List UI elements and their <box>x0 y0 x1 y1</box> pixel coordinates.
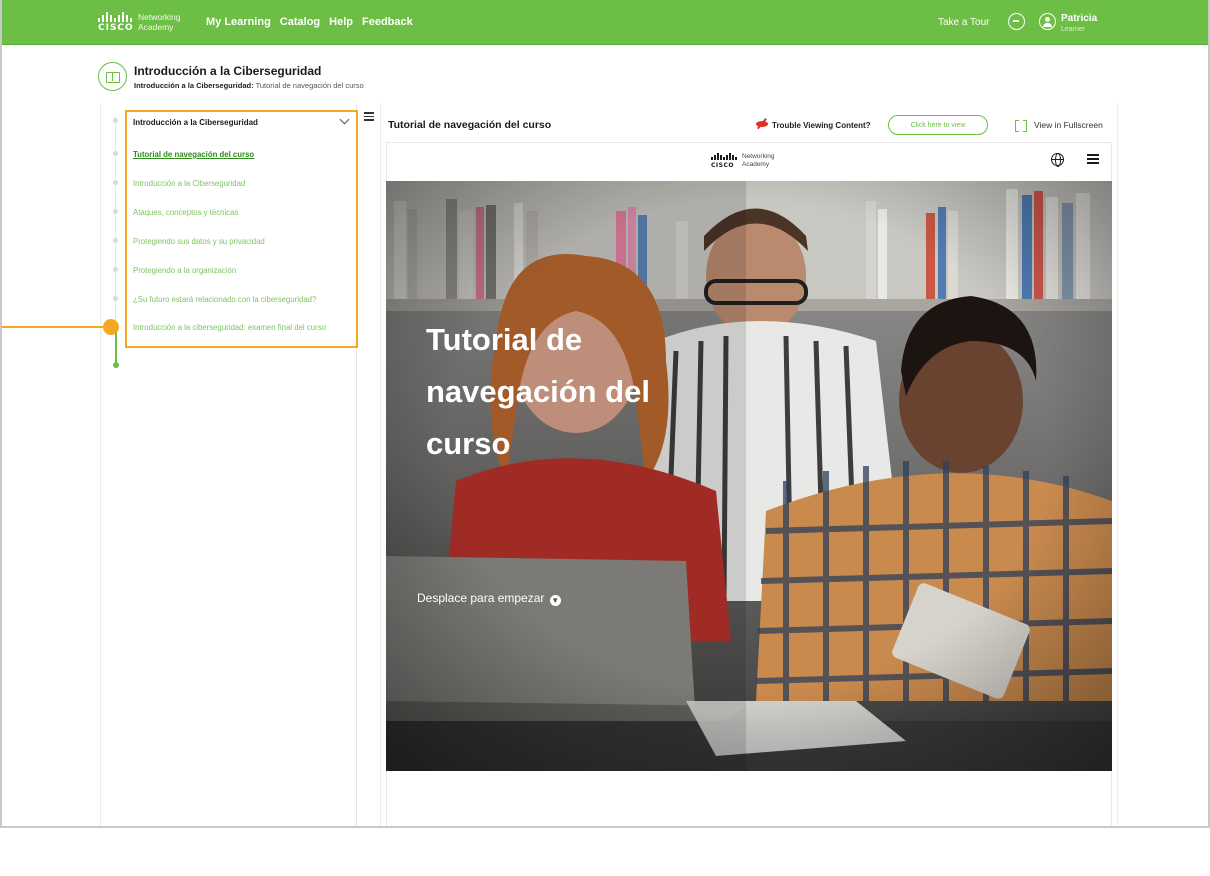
course-title: Introducción a la Ciberseguridad <box>134 64 322 78</box>
table-of-contents: Introducción a la Ciberseguridad Tutoria… <box>125 110 358 348</box>
logo-line2: Academy <box>138 22 174 32</box>
globe-icon[interactable] <box>1051 153 1064 167</box>
cisco-logo-icon[interactable]: CISCO Networking Academy <box>98 10 190 36</box>
viewer-logo-text: Networking Academy <box>742 153 775 169</box>
content-title: Tutorial de navegación del curso <box>388 119 552 131</box>
chat-icon[interactable] <box>1008 13 1025 30</box>
timeline-end-dot <box>113 362 119 368</box>
hero-photo-illustration <box>386 181 1112 771</box>
hero-cta-label: Desplace para empezar <box>417 591 545 605</box>
trouble-icon <box>756 118 769 129</box>
viewer-cisco-logo-icon: CISCO Networking Academy <box>711 153 775 169</box>
viewer-logo-line1: Networking <box>742 153 775 160</box>
toc-item-tutorial[interactable]: Tutorial de navegación del curso <box>133 150 355 160</box>
nav-feedback[interactable]: Feedback <box>362 16 413 28</box>
timeline-progress <box>115 330 117 365</box>
timeline-dot <box>113 267 118 272</box>
breadcrumb: Introducción a la Ciberseguridad: Tutori… <box>134 81 364 90</box>
viewer-logo-line2: Academy <box>742 161 770 168</box>
callout-line <box>2 326 105 328</box>
callout-dot <box>103 319 119 335</box>
chevron-down-icon[interactable] <box>339 114 350 125</box>
trouble-viewing-label: Trouble Viewing Content? <box>772 121 871 130</box>
toc-item-ataques[interactable]: Ataques, conceptos y técnicas <box>133 208 355 218</box>
toc-item-examen-final[interactable]: Introducción a la ciberseguridad: examen… <box>133 323 355 333</box>
click-here-to-view-button[interactable]: Click here to view <box>888 115 988 135</box>
user-icon[interactable] <box>1039 13 1056 30</box>
nav-help[interactable]: Help <box>329 16 353 28</box>
main-nav: My Learning Catalog Help Feedback <box>206 16 413 28</box>
hero-image: Tutorial de navegación del curso Desplac… <box>386 181 1112 771</box>
viewer-cisco-wordmark: CISCO <box>711 162 734 169</box>
timeline-dot <box>113 296 118 301</box>
menu-icon[interactable] <box>364 112 374 121</box>
timeline-dot <box>113 180 118 185</box>
nav-my-learning[interactable]: My Learning <box>206 16 271 28</box>
hero-title: Tutorial de navegación del curso <box>426 322 650 461</box>
logo-text: Networking Academy <box>138 12 181 32</box>
book-icon <box>98 62 127 91</box>
toc-item-introduccion[interactable]: Introducción a la Ciberseguridad <box>133 179 355 189</box>
cisco-bars <box>98 12 132 22</box>
top-navigation-bar: CISCO Networking Academy My Learning Cat… <box>2 0 1208 45</box>
timeline-dot <box>113 151 118 156</box>
toc-item-protegiendo-organizacion[interactable]: Protegiendo a la organización <box>133 266 355 276</box>
cisco-wordmark: CISCO <box>98 23 134 33</box>
toc-item-futuro[interactable]: ¿Su futuro estará relacionado con la cib… <box>133 295 355 305</box>
app-window: CISCO Networking Academy My Learning Cat… <box>0 0 1210 828</box>
nav-catalog[interactable]: Catalog <box>280 16 320 28</box>
arrow-down-circle-icon: ▼ <box>549 595 561 606</box>
timeline-dot <box>113 238 118 243</box>
view-fullscreen-link[interactable]: View in Fullscreen <box>1034 120 1103 130</box>
user-role: Learner <box>1061 26 1086 33</box>
take-tour-link[interactable]: Take a Tour <box>938 17 990 28</box>
breadcrumb-course[interactable]: Introducción a la Ciberseguridad: <box>134 81 254 90</box>
user-name[interactable]: Patricia <box>1061 13 1097 24</box>
breadcrumb-page: Tutorial de navegación del curso <box>255 81 364 90</box>
timeline-dot <box>113 209 118 214</box>
viewer-cisco-bars <box>711 153 737 160</box>
logo-line1: Networking <box>138 12 181 22</box>
toc-item-protegiendo-datos[interactable]: Protegiendo sus datos y su privacidad <box>133 237 355 247</box>
timeline-dot <box>113 118 118 123</box>
list-icon[interactable] <box>1087 154 1099 165</box>
fullscreen-icon[interactable] <box>1015 120 1027 132</box>
scroll-to-start-link[interactable]: Desplace para empezar ▼ <box>417 591 561 606</box>
toc-heading[interactable]: Introducción a la Ciberseguridad <box>133 118 258 127</box>
